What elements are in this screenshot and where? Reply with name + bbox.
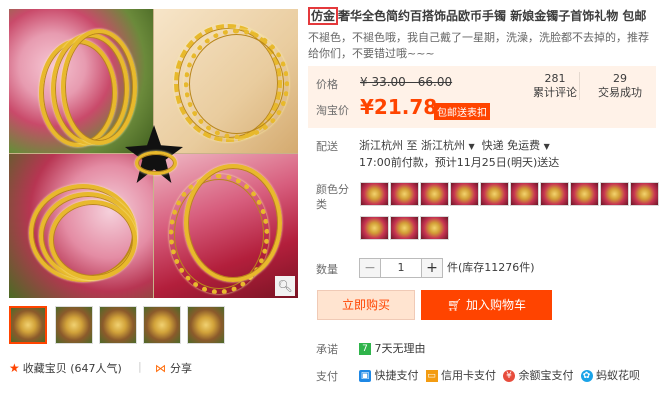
quantity-stepper: − 1 + 件(库存11276件) xyxy=(359,258,535,278)
shipping-route: 浙江杭州 至 浙江杭州 ▼ 快递 免运费 ▼ xyxy=(359,137,550,153)
bangle-photo-3 xyxy=(9,154,153,298)
add-to-cart-button[interactable]: 🛒︎ 加入购物车 xyxy=(421,290,552,320)
payment-methods: ▣ 快捷支付 ▭ 信用卡支付 ¥ 余额宝支付 ✿ 蚂蚁花呗 xyxy=(359,367,640,383)
yuebao-label: 余额宝支付 xyxy=(518,369,574,382)
credit-card-icon: ▭ xyxy=(425,370,438,382)
quantity-label: 数量 xyxy=(316,263,338,276)
buy-now-button[interactable]: 立即购买 xyxy=(317,290,415,320)
route-to-select[interactable]: 浙江杭州 ▼ xyxy=(421,139,475,152)
color-swatch[interactable] xyxy=(390,216,419,240)
huabei-label: 蚂蚁花呗 xyxy=(596,369,640,382)
original-price: ¥ 33.00 - 66.00 xyxy=(360,75,453,89)
payment-label: 支付 xyxy=(316,370,338,383)
color-swatch[interactable] xyxy=(540,182,569,206)
price-label: 价格 xyxy=(316,78,338,91)
zoom-icon[interactable]: 🔍︎ xyxy=(275,276,295,296)
promo-badge: 包邮送表扣 xyxy=(434,103,490,120)
color-swatch[interactable] xyxy=(360,182,389,206)
color-swatch[interactable] xyxy=(570,182,599,206)
price-box: 价格 ¥ 33.00 - 66.00 淘宝价 ¥21.78 包邮送表扣 281 … xyxy=(308,66,656,128)
quick-pay[interactable]: ▣ 快捷支付 xyxy=(359,369,419,382)
decrement-button[interactable]: − xyxy=(359,258,381,278)
quantity-input[interactable]: 1 xyxy=(381,258,421,278)
color-swatch[interactable] xyxy=(450,182,479,206)
thumbnail-4[interactable] xyxy=(143,306,181,344)
review-count-value: 281 xyxy=(544,72,566,85)
ring-icon xyxy=(135,151,177,175)
color-swatch[interactable] xyxy=(630,182,659,206)
credit-card-label: 信用卡支付 xyxy=(441,369,496,382)
delivery-note: 17:00前付款，预计11月25日(明天)送达 xyxy=(359,156,560,169)
review-count-label: 累计评论 xyxy=(533,86,577,99)
stock-text: 件(库存11276件) xyxy=(447,261,535,274)
promise-item[interactable]: 7 7天无理由 xyxy=(359,340,426,356)
thumbnail-3[interactable] xyxy=(99,306,137,344)
current-price: ¥21.78 xyxy=(360,95,438,119)
promise-text: 7天无理由 xyxy=(374,342,426,355)
color-swatch[interactable] xyxy=(360,216,389,240)
color-swatch[interactable] xyxy=(510,182,539,206)
route-to-word: 至 xyxy=(406,139,418,152)
shipping-label: 配送 xyxy=(316,140,338,153)
yuebao-pay[interactable]: ¥ 余额宝支付 xyxy=(503,369,574,382)
color-label: 颜色分类 xyxy=(316,183,349,211)
color-swatch[interactable] xyxy=(600,182,629,206)
share-text: 分享 xyxy=(170,362,192,375)
thumbnail-1[interactable] xyxy=(9,306,47,344)
share-icon: ⋈ xyxy=(155,361,166,375)
huabei-pay[interactable]: ✿ 蚂蚁花呗 xyxy=(580,369,640,382)
chevron-down-icon: ▼ xyxy=(543,142,550,151)
promise-label: 承诺 xyxy=(316,343,338,356)
trade-count: 29 交易成功 xyxy=(590,72,650,100)
add-to-cart-label: 加入购物车 xyxy=(466,298,527,312)
carrier-select[interactable]: 快递 免运费 ▼ xyxy=(482,139,550,152)
huabei-icon: ✿ xyxy=(580,370,593,382)
thumbnail-2[interactable] xyxy=(55,306,93,344)
trade-count-label: 交易成功 xyxy=(598,86,642,99)
route-to: 浙江杭州 xyxy=(421,139,465,152)
quick-pay-icon: ▣ xyxy=(359,370,371,382)
color-swatch[interactable] xyxy=(390,182,419,206)
credit-card-pay[interactable]: ▭ 信用卡支付 xyxy=(425,369,496,382)
product-title: 仿金 奢华全色简约百搭饰品欧币手镯 新娘金镯子首饰礼物 包邮 xyxy=(308,7,656,25)
title-highlight: 仿金 xyxy=(308,7,339,25)
carrier: 快递 免运费 xyxy=(481,139,541,152)
review-count[interactable]: 281 累计评论 xyxy=(530,72,580,100)
bangle-photo-1 xyxy=(9,9,153,153)
taobao-price-label: 淘宝价 xyxy=(316,104,349,117)
color-swatch[interactable] xyxy=(420,216,449,240)
title-rest: 奢华全色简约百搭饰品欧币手镯 新娘金镯子首饰礼物 包邮 xyxy=(338,9,647,23)
thumbnail-5[interactable] xyxy=(187,306,225,344)
trade-count-value: 29 xyxy=(613,72,627,85)
increment-button[interactable]: + xyxy=(421,258,443,278)
favorite-text: 收藏宝贝 (647人气) xyxy=(22,362,122,375)
cart-icon: 🛒︎ xyxy=(446,298,463,312)
share-link[interactable]: ⋈ 分享 xyxy=(155,360,192,376)
color-swatch[interactable] xyxy=(480,182,509,206)
product-main-image[interactable] xyxy=(9,9,298,298)
route-from: 浙江杭州 xyxy=(359,139,403,152)
chevron-down-icon: ▼ xyxy=(468,142,475,151)
divider: | xyxy=(138,360,142,373)
bangle-photo-2 xyxy=(154,9,298,153)
color-swatch[interactable] xyxy=(420,182,449,206)
quick-pay-label: 快捷支付 xyxy=(374,369,419,382)
favorite-link[interactable]: ★ 收藏宝贝 (647人气) xyxy=(9,360,122,376)
product-subtitle: 不褪色，不褪色哦，我自己戴了一星期，洗澡，洗脸都不去掉的，推荐给你们，不要错过哦… xyxy=(308,31,649,60)
seven-day-icon: 7 xyxy=(359,343,371,355)
star-icon: ★ xyxy=(9,361,20,375)
yuebao-icon: ¥ xyxy=(503,370,515,382)
